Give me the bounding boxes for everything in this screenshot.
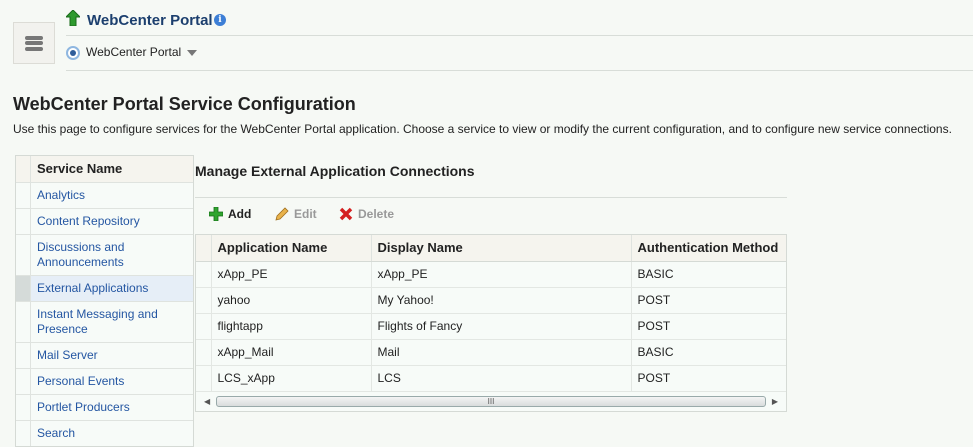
row-selector[interactable] [196,312,212,339]
sidebar-item[interactable]: Content Repository [16,208,193,234]
sidebar-item[interactable]: Instant Messaging and Presence [16,301,193,342]
divider [66,35,973,36]
table-row[interactable]: xApp_PE xApp_PE BASIC [196,260,786,287]
target-icon [66,46,80,60]
sidebar-item[interactable]: Discussions and Announcements [16,234,193,275]
sidebar-item-label[interactable]: Search [31,421,81,446]
sidebar-item[interactable]: Personal Events [16,368,193,394]
portal-selector-label: WebCenter Portal [86,45,182,59]
table-cell: BASIC [631,338,786,365]
sidebar-item-label[interactable]: Instant Messaging and Presence [31,302,181,342]
table-cell: My Yahoo! [371,286,632,313]
service-list: Service Name Analytics Content Repository… [15,155,194,447]
row-selector[interactable] [16,343,31,368]
row-selector[interactable] [16,276,31,301]
table-header-row: Application Name Display Name Authentica… [196,235,786,262]
row-selector[interactable] [16,395,31,420]
delete-x-icon [339,207,353,221]
table-row[interactable]: yahoo My Yahoo! POST [196,286,786,313]
row-selector[interactable] [16,235,31,275]
column-header-application-name[interactable]: Application Name [211,235,372,262]
table-cell: yahoo [211,286,372,313]
row-selector[interactable] [16,183,31,208]
service-list-header: Service Name [16,156,193,182]
column-header-display-name[interactable]: Display Name [371,235,632,262]
row-selector[interactable] [16,421,31,446]
table-cell: POST [631,312,786,339]
pencil-icon [275,207,289,221]
scrollbar-thumb[interactable]: III [216,396,766,407]
page-description: Use this page to configure services for … [13,122,952,136]
table-cell: xApp_PE [211,260,372,287]
add-button[interactable]: Add [209,207,251,221]
sidebar-item[interactable]: External Applications [16,275,193,301]
sidebar-item-label[interactable]: Portlet Producers [31,395,136,420]
edit-button[interactable]: Edit [275,207,317,221]
sidebar-item[interactable]: Search [16,420,193,446]
horizontal-scrollbar[interactable]: ◀ III ▶ [196,391,786,411]
sidebar-item-label[interactable]: Mail Server [31,343,104,368]
page-title: WebCenter Portal Service Configuration [13,94,356,114]
row-selector[interactable] [16,302,31,342]
scroll-left-icon[interactable]: ◀ [204,397,210,406]
row-header-spacer [196,235,212,262]
row-selector[interactable] [196,260,212,287]
add-label: Add [228,207,252,221]
chevron-down-icon [187,50,198,56]
table-cell: POST [631,286,786,313]
table-cell: xApp_PE [371,260,632,287]
row-selector[interactable] [16,369,31,394]
sidebar-item[interactable]: Analytics [16,182,193,208]
service-name-header: Service Name [37,161,123,176]
sidebar-item-label[interactable]: External Applications [31,276,193,301]
table-row[interactable]: xApp_Mail Mail BASIC [196,338,786,365]
table-cell: Mail [371,338,632,365]
delete-label: Delete [358,207,395,221]
table-cell: xApp_Mail [211,338,372,365]
table-cell: flightapp [211,312,372,339]
plus-icon [209,207,223,221]
up-arrow-icon[interactable] [66,10,80,26]
table-cell: LCS [371,364,632,391]
info-icon[interactable]: i [214,14,226,26]
sidebar-item[interactable]: Portlet Producers [16,394,193,420]
table-cell: BASIC [631,260,786,287]
connections-table: Application Name Display Name Authentica… [195,234,787,412]
row-selector[interactable] [16,209,31,234]
scroll-right-icon[interactable]: ▶ [772,397,778,406]
sidebar-item[interactable]: Mail Server [16,342,193,368]
column-header-authentication-method[interactable]: Authentication Method [631,235,786,262]
portal-selector[interactable]: WebCenter Portal [86,45,198,59]
table-cell: POST [631,364,786,391]
table-cell: Flights of Fancy [371,312,632,339]
table-row[interactable]: flightapp Flights of Fancy POST [196,312,786,339]
sidebar-item-label[interactable]: Discussions and Announcements [31,235,181,275]
row-selector[interactable] [196,286,212,313]
row-selector[interactable] [196,364,212,391]
section-title: Manage External Application Connections [195,163,475,179]
navigator-icon[interactable] [13,22,55,64]
sidebar-item-label[interactable]: Analytics [31,183,91,208]
table-row[interactable]: LCS_xApp LCS POST [196,364,786,391]
row-selector[interactable] [196,338,212,365]
edit-label: Edit [294,207,317,221]
sidebar-item-label[interactable]: Personal Events [31,369,130,394]
sidebar-item-label[interactable]: Content Repository [31,209,146,234]
table-cell: LCS_xApp [211,364,372,391]
divider [66,70,973,71]
delete-button[interactable]: Delete [339,207,394,221]
divider [195,197,787,198]
breadcrumb-title: WebCenter Portal [87,12,213,29]
